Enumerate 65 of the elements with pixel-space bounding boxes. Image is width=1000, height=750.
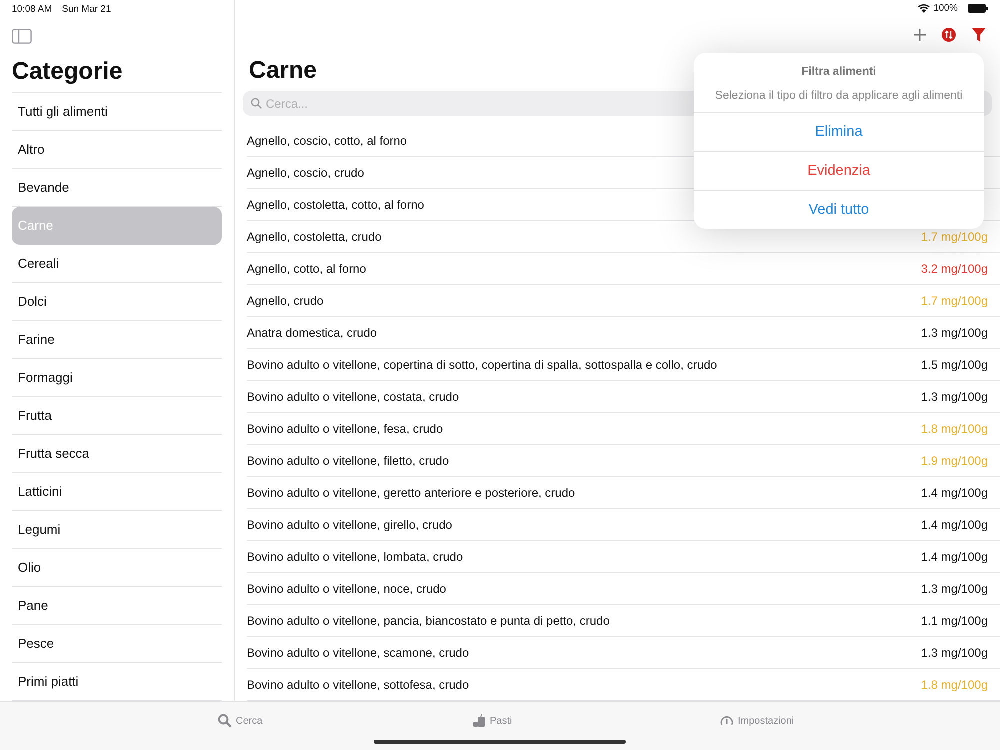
food-name: Anatra domestica, crudo bbox=[247, 326, 378, 340]
food-value: 1.8 mg/100g bbox=[921, 422, 988, 436]
food-name: Bovino adulto o vitellone, girello, crudo bbox=[247, 518, 452, 532]
sidebar-item[interactable]: Latticini bbox=[12, 473, 222, 511]
sidebar-item[interactable]: Tutti gli alimenti bbox=[12, 93, 222, 131]
popover-action[interactable]: Vedi tutto bbox=[694, 190, 984, 229]
battery-icon bbox=[968, 4, 988, 14]
food-value: 1.5 mg/100g bbox=[921, 358, 988, 372]
food-name: Bovino adulto o vitellone, filetto, crudo bbox=[247, 454, 450, 468]
sidebar-toggle-icon[interactable] bbox=[12, 28, 32, 44]
search-icon bbox=[218, 714, 232, 728]
page-title: Carne bbox=[249, 57, 318, 85]
sort-icon[interactable] bbox=[942, 28, 956, 42]
food-value: 1.9 mg/100g bbox=[921, 454, 988, 468]
food-name: Agnello, coscio, cotto, al forno bbox=[247, 134, 408, 148]
sidebar-item[interactable]: Frutta bbox=[12, 397, 222, 435]
food-value: 1.7 mg/100g bbox=[921, 230, 988, 244]
wifi-icon bbox=[918, 4, 930, 14]
food-name: Agnello, costoletta, cotto, al forno bbox=[247, 198, 424, 212]
sidebar-item[interactable]: Dolci bbox=[12, 283, 222, 321]
food-name: Bovino adulto o vitellone, lombata, crudo bbox=[247, 550, 464, 564]
sidebar-item[interactable]: Cereali bbox=[12, 245, 222, 283]
food-value: 1.4 mg/100g bbox=[921, 518, 988, 532]
add-icon[interactable] bbox=[914, 29, 926, 42]
battery-percent: 100% bbox=[934, 3, 958, 14]
food-value: 1.1 mg/100g bbox=[921, 614, 988, 628]
food-name: Bovino adulto o vitellone, geretto anteriore e posteriore, crudo bbox=[247, 486, 576, 500]
food-value: 1.3 mg/100g bbox=[921, 646, 988, 660]
food-value: 1.4 mg/100g bbox=[921, 550, 988, 564]
gauge-icon bbox=[720, 714, 734, 728]
food-value: 1.3 mg/100g bbox=[921, 390, 988, 404]
popover-message: Seleziona il tipo di filtro da applicare agli alimenti bbox=[714, 89, 964, 104]
sidebar-item[interactable]: Formaggi bbox=[12, 359, 222, 397]
food-name: Agnello, crudo bbox=[247, 294, 324, 308]
sidebar-item[interactable]: Farine bbox=[12, 321, 222, 359]
food-name: Bovino adulto o vitellone, sottofesa, crudo bbox=[247, 678, 470, 692]
food-name: Bovino adulto o vitellone, costata, crudo bbox=[247, 390, 460, 404]
food-name: Bovino adulto o vitellone, scamone, crudo bbox=[247, 646, 470, 660]
filter-icon[interactable] bbox=[972, 28, 986, 42]
status-time: 10:08 AM bbox=[12, 4, 52, 14]
sidebar-item[interactable]: Pesce bbox=[12, 625, 222, 663]
status-date: Sun Mar 21 bbox=[62, 4, 112, 14]
popover-action[interactable]: Evidenzia bbox=[694, 151, 984, 190]
food-name: Agnello, costoletta, crudo bbox=[247, 230, 382, 244]
food-name: Bovino adulto o vitellone, pancia, biancostato e punta di petto, crudo bbox=[247, 614, 610, 628]
food-value: 3.2 mg/100g bbox=[921, 262, 988, 276]
popover-title: Filtra alimenti bbox=[800, 65, 878, 78]
food-name: Bovino adulto o vitellone, copertina di sotto, copertina di spalla, sottospalla e collo, crudo bbox=[247, 358, 718, 372]
food-value: 1.4 mg/100g bbox=[921, 486, 988, 500]
food-name: Bovino adulto o vitellone, noce, crudo bbox=[247, 582, 446, 596]
food-value: 1.3 mg/100g bbox=[921, 582, 988, 596]
food-value: 1.7 mg/100g bbox=[921, 294, 988, 308]
sidebar-item[interactable]: Olio bbox=[12, 549, 222, 587]
sidebar-title: Categorie bbox=[12, 58, 124, 86]
sidebar-item[interactable]: Pane bbox=[12, 587, 222, 625]
food-name: Agnello, coscio, crudo bbox=[247, 166, 364, 180]
food-value: 1.8 mg/100g bbox=[921, 678, 988, 692]
sidebar-item[interactable]: Frutta secca bbox=[12, 435, 222, 473]
food-value: 1.3 mg/100g bbox=[921, 326, 988, 340]
sidebar-item[interactable]: Legumi bbox=[12, 511, 222, 549]
food-name: Agnello, cotto, al forno bbox=[247, 262, 366, 276]
sidebar-item[interactable]: Altro bbox=[12, 131, 222, 169]
food-icon bbox=[472, 714, 486, 728]
food-name: Bovino adulto o vitellone, fesa, crudo bbox=[247, 422, 444, 436]
popover-action[interactable]: Elimina bbox=[694, 112, 984, 151]
